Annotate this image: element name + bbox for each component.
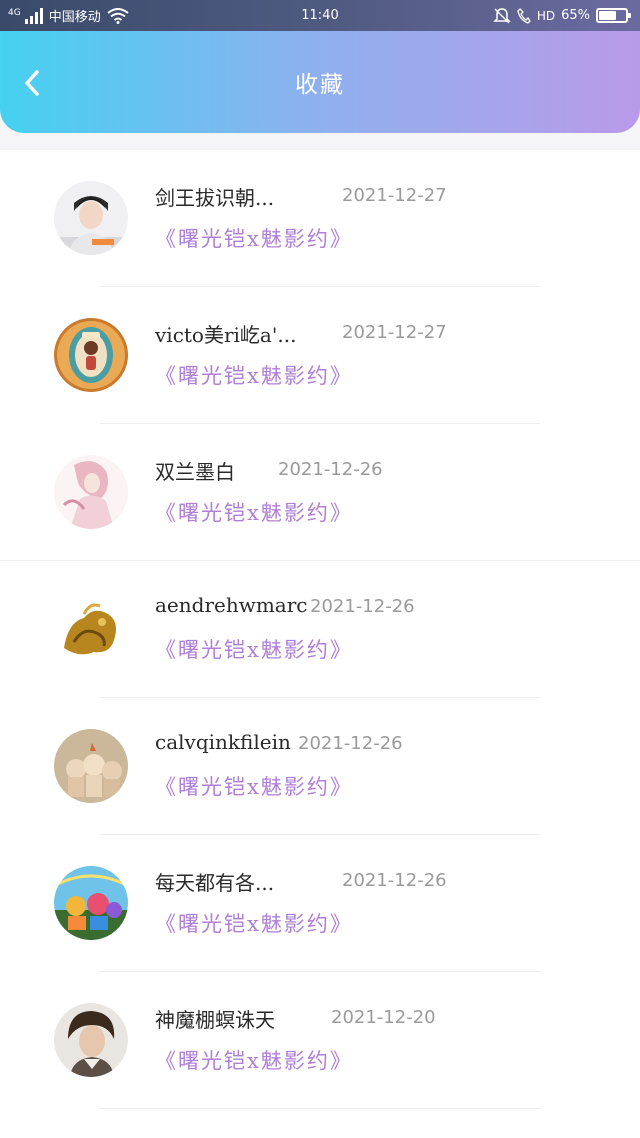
favorites-list: 剑王拔识朝... 2021-12-27 《曙光铠x魅影约》 victo美ri屹a… bbox=[0, 150, 640, 1138]
item-date: 2021-12-26 bbox=[278, 459, 383, 480]
avatar[interactable] bbox=[54, 1003, 128, 1077]
status-left: 4G 中国移动 bbox=[8, 6, 129, 25]
divider bbox=[100, 1108, 540, 1109]
item-tag[interactable]: 《曙光铠x魅影约》 bbox=[155, 360, 353, 390]
avatar[interactable] bbox=[54, 455, 128, 529]
item-date: 2021-12-26 bbox=[342, 870, 447, 891]
item-name: 神魔棚螟诛天 bbox=[155, 1008, 275, 1032]
back-button[interactable] bbox=[16, 67, 48, 99]
mute-bell-icon bbox=[493, 7, 511, 24]
item-date: 2021-12-26 bbox=[298, 733, 403, 754]
item-date: 2021-12-27 bbox=[342, 322, 447, 343]
battery-percent: 65% bbox=[561, 8, 590, 23]
item-tag[interactable]: 《曙光铠x魅影约》 bbox=[155, 634, 353, 664]
list-item[interactable]: aendrehwmarc 2021-12-26 《曙光铠x魅影约》 bbox=[0, 561, 640, 698]
item-name: victo美ri屹a'... bbox=[155, 323, 297, 347]
item-tag[interactable]: 《曙光铠x魅影约》 bbox=[155, 771, 353, 801]
list-item[interactable]: 双兰墨白 2021-12-26 《曙光铠x魅影约》 bbox=[0, 424, 640, 561]
chevron-left-icon bbox=[25, 70, 39, 96]
item-tag[interactable]: 《曙光铠x魅影约》 bbox=[155, 497, 353, 527]
item-date: 2021-12-27 bbox=[342, 185, 447, 206]
item-name: calvqinkfilein bbox=[155, 730, 291, 754]
item-name: 剑王拔识朝... bbox=[155, 186, 275, 210]
list-item[interactable]: 剑王拔识朝... 2021-12-27 《曙光铠x魅影约》 bbox=[0, 150, 640, 287]
status-right: HD 65% bbox=[493, 7, 631, 25]
page-header: 收藏 bbox=[0, 31, 640, 133]
page-title: 收藏 bbox=[295, 72, 345, 98]
item-name: 双兰墨白 bbox=[155, 460, 235, 484]
avatar[interactable] bbox=[54, 592, 128, 666]
carrier-name: 中国移动 bbox=[48, 10, 101, 25]
list-item[interactable]: 每天都有各... 2021-12-26 《曙光铠x魅影约》 bbox=[0, 835, 640, 972]
hd-badge: HD bbox=[536, 8, 556, 23]
item-tag[interactable]: 《曙光铠x魅影约》 bbox=[155, 223, 353, 253]
wifi-icon bbox=[107, 7, 129, 24]
signal-icon bbox=[24, 7, 43, 24]
item-name: aendrehwmarc bbox=[155, 593, 308, 617]
avatar[interactable] bbox=[54, 181, 128, 255]
list-item[interactable]: 神魔棚螟诛天 2021-12-20 《曙光铠x魅影约》 bbox=[0, 972, 640, 1109]
avatar[interactable] bbox=[54, 866, 128, 940]
list-item[interactable]: calvqinkfilein 2021-12-26 《曙光铠x魅影约》 bbox=[0, 698, 640, 835]
list-item[interactable]: victo美ri屹a'... 2021-12-27 《曙光铠x魅影约》 bbox=[0, 287, 640, 424]
item-name: 每天都有各... bbox=[155, 871, 275, 895]
item-date: 2021-12-20 bbox=[331, 1007, 436, 1028]
avatar[interactable] bbox=[54, 729, 128, 803]
item-tag[interactable]: 《曙光铠x魅影约》 bbox=[155, 1045, 353, 1075]
battery-icon bbox=[596, 8, 631, 23]
phone-icon bbox=[517, 7, 531, 24]
status-bar: 4G 中国移动 11:40 HD 65% bbox=[0, 0, 640, 31]
network-type: 4G bbox=[8, 8, 21, 18]
item-tag[interactable]: 《曙光铠x魅影约》 bbox=[155, 908, 353, 938]
item-date: 2021-12-26 bbox=[310, 596, 415, 617]
avatar[interactable] bbox=[54, 318, 128, 392]
